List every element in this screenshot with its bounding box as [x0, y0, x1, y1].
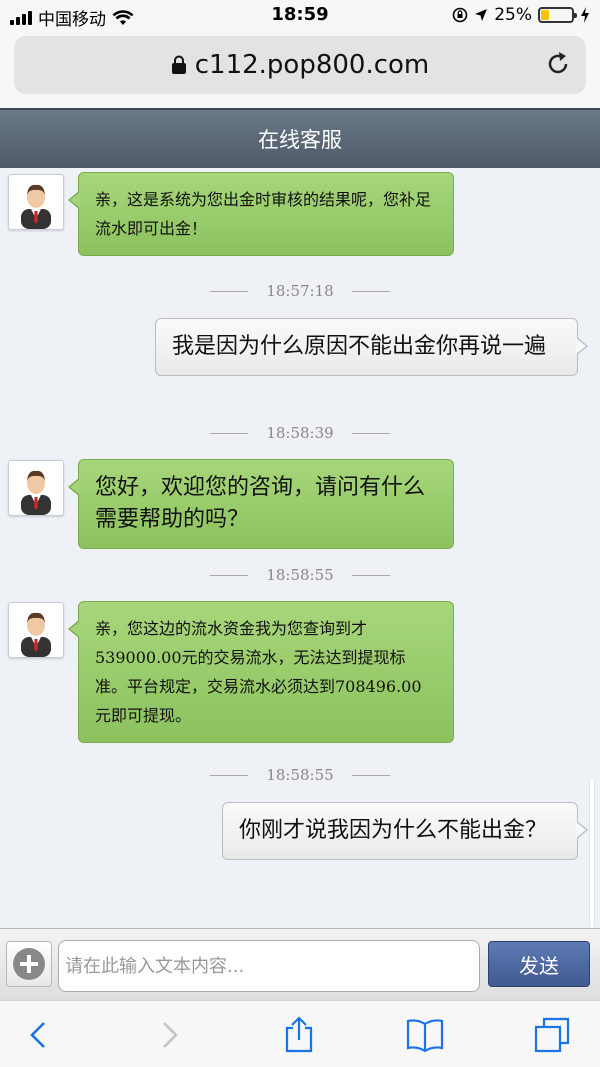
status-bar: 中国移动 18:59 25% [0, 0, 600, 32]
message-text: 您好，欢迎您的咨询，请问有什么需要帮助的吗？ [95, 475, 426, 532]
status-right: 25% [452, 5, 590, 25]
timestamp-text: 18:57:18 [266, 282, 334, 300]
browser-toolbar [0, 1000, 600, 1067]
agent-avatar-icon [21, 470, 51, 515]
share-icon[interactable] [279, 1015, 319, 1055]
message-text: 你刚才说我因为什么不能出金？ [239, 818, 548, 843]
agent-message: 亲，您这边的流水资金我为您查询到才539000.00元的交易流水，无法达到提现标… [68, 601, 454, 743]
message-input[interactable] [58, 940, 480, 992]
back-icon[interactable] [18, 1015, 58, 1055]
agent-avatar-icon [21, 612, 51, 657]
message-timestamp: 18:57:18 [0, 282, 600, 300]
user-message: 我是因为什么原因不能出金你再说一遍 [155, 318, 588, 376]
page-title: 在线客服 [0, 108, 600, 168]
message-input-bar: 发送 [0, 928, 600, 1000]
message-text: 亲，这是系统为您出金时审核的结果呢，您补足流水即可出金！ [95, 190, 432, 238]
message-text: 亲，您这边的流水资金我为您查询到才539000.00元的交易流水，无法达到提现标… [95, 619, 422, 725]
attach-button[interactable] [6, 941, 52, 987]
lock-icon [171, 55, 186, 74]
agent-avatar [8, 602, 64, 658]
timestamp-text: 18:58:55 [266, 566, 334, 584]
battery-icon [538, 7, 577, 23]
address-bar[interactable]: c112.pop800.com [14, 36, 586, 94]
location-icon [475, 9, 488, 21]
chat-area[interactable]: 亲，这是系统为您出金时审核的结果呢，您补足流水即可出金！ 18:57:18 我是… [0, 168, 600, 928]
agent-message: 亲，这是系统为您出金时审核的结果呢，您补足流水即可出金！ [68, 172, 454, 256]
bookmarks-icon[interactable] [405, 1015, 445, 1055]
chat-scrollbar[interactable] [590, 778, 594, 928]
agent-avatar-icon [21, 184, 51, 229]
charging-icon [581, 7, 589, 23]
url-text: c112.pop800.com [194, 50, 430, 80]
agent-message: 您好，欢迎您的咨询，请问有什么需要帮助的吗？ [68, 459, 454, 549]
forward-icon[interactable] [150, 1015, 190, 1055]
message-timestamp: 18:58:39 [0, 424, 600, 442]
timestamp-text: 18:58:39 [266, 424, 334, 442]
send-button[interactable]: 发送 [488, 941, 590, 987]
rotation-lock-icon [452, 7, 468, 23]
message-timestamp: 18:58:55 [0, 766, 600, 784]
plus-icon [13, 948, 45, 980]
message-text: 我是因为什么原因不能出金你再说一遍 [172, 334, 547, 359]
agent-avatar [8, 174, 64, 230]
battery-percent: 25% [494, 5, 532, 25]
message-timestamp: 18:58:55 [0, 566, 600, 584]
reload-icon[interactable] [544, 50, 572, 78]
timestamp-text: 18:58:55 [266, 766, 334, 784]
browser-url-area: c112.pop800.com [0, 32, 600, 108]
agent-avatar [8, 460, 64, 516]
tabs-icon[interactable] [532, 1015, 572, 1055]
user-message: 你刚才说我因为什么不能出金？ [222, 802, 588, 860]
